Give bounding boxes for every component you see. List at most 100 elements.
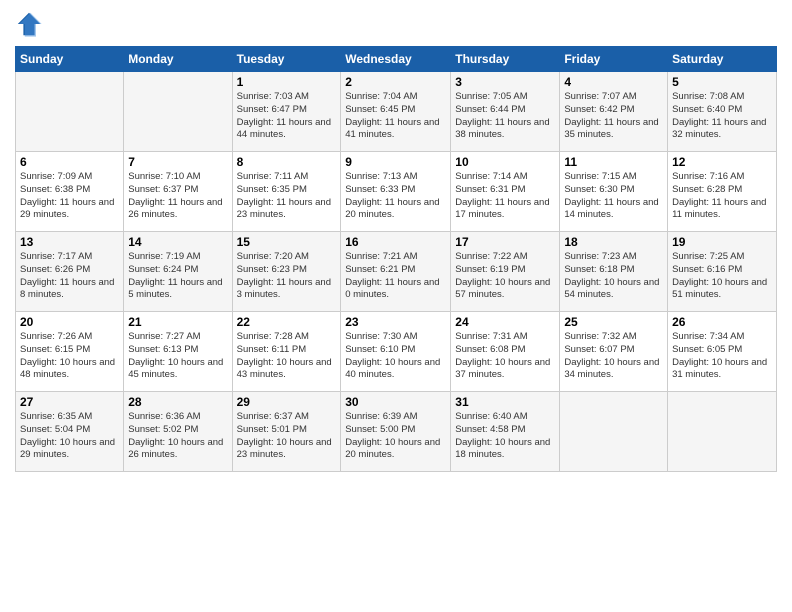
day-info: Sunrise: 7:30 AM Sunset: 6:10 PM Dayligh… — [345, 331, 446, 382]
calendar-cell: 12 Sunrise: 7:16 AM Sunset: 6:28 PM Dayli… — [668, 152, 777, 232]
calendar-cell: 1 Sunrise: 7:03 AM Sunset: 6:47 PM Daylig… — [232, 72, 341, 152]
day-number: 21 — [128, 315, 227, 329]
day-info: Sunrise: 7:10 AM Sunset: 6:37 PM Dayligh… — [128, 171, 227, 222]
calendar-cell: 29Sunrise: 6:37 AM Sunset: 5:01 PM Dayli… — [232, 392, 341, 472]
calendar-week-row: 1 Sunrise: 7:03 AM Sunset: 6:47 PM Daylig… — [16, 72, 777, 152]
calendar-cell: 27 Sunrise: 6:35 AM Sunset: 5:04 PM Dayli… — [16, 392, 124, 472]
calendar-cell: 24Sunrise: 7:31 AM Sunset: 6:08 PM Dayli… — [451, 312, 560, 392]
day-number: 11 — [564, 155, 663, 169]
day-info: Sunrise: 7:14 AM Sunset: 6:31 PM Dayligh… — [455, 171, 555, 222]
day-info: Sunrise: 7:11 AM Sunset: 6:35 PM Dayligh… — [237, 171, 337, 222]
calendar-cell: 10 Sunrise: 7:14 AM Sunset: 6:31 PM Dayli… — [451, 152, 560, 232]
header-row: SundayMondayTuesdayWednesdayThursdayFrid… — [16, 47, 777, 72]
day-number: 24 — [455, 315, 555, 329]
day-number: 18 — [564, 235, 663, 249]
weekday-header: Monday — [124, 47, 232, 72]
day-number: 15 — [237, 235, 337, 249]
day-number: 31 — [455, 395, 555, 409]
calendar-cell: 28 Sunrise: 6:36 AM Sunset: 5:02 PM Dayli… — [124, 392, 232, 472]
calendar-week-row: 13Sunrise: 7:17 AM Sunset: 6:26 PM Dayli… — [16, 232, 777, 312]
calendar-cell: 8 Sunrise: 7:11 AM Sunset: 6:35 PM Daylig… — [232, 152, 341, 232]
calendar-week-row: 6Sunrise: 7:09 AM Sunset: 6:38 PM Daylig… — [16, 152, 777, 232]
day-number: 3 — [455, 75, 555, 89]
day-info: Sunrise: 6:35 AM Sunset: 5:04 PM Dayligh… — [20, 411, 119, 462]
day-number: 14 — [128, 235, 227, 249]
day-number: 27 — [20, 395, 119, 409]
day-number: 2 — [345, 75, 446, 89]
header — [15, 10, 777, 38]
day-info: Sunrise: 6:36 AM Sunset: 5:02 PM Dayligh… — [128, 411, 227, 462]
calendar-cell: 30 Sunrise: 6:39 AM Sunset: 5:00 PM Dayli… — [341, 392, 451, 472]
calendar-cell: 7 Sunrise: 7:10 AM Sunset: 6:37 PM Daylig… — [124, 152, 232, 232]
day-number: 30 — [345, 395, 446, 409]
weekday-header: Sunday — [16, 47, 124, 72]
calendar-cell: 4 Sunrise: 7:07 AM Sunset: 6:42 PM Daylig… — [560, 72, 668, 152]
day-info: Sunrise: 7:03 AM Sunset: 6:47 PM Dayligh… — [237, 91, 337, 142]
day-info: Sunrise: 7:34 AM Sunset: 6:05 PM Dayligh… — [672, 331, 772, 382]
day-number: 1 — [237, 75, 337, 89]
day-info: Sunrise: 7:22 AM Sunset: 6:19 PM Dayligh… — [455, 251, 555, 302]
calendar-cell: 2Sunrise: 7:04 AM Sunset: 6:45 PM Daylig… — [341, 72, 451, 152]
day-info: Sunrise: 6:37 AM Sunset: 5:01 PM Dayligh… — [237, 411, 337, 462]
day-info: Sunrise: 7:17 AM Sunset: 6:26 PM Dayligh… — [20, 251, 119, 302]
weekday-header: Saturday — [668, 47, 777, 72]
calendar-cell: 14 Sunrise: 7:19 AM Sunset: 6:24 PM Dayli… — [124, 232, 232, 312]
day-number: 23 — [345, 315, 446, 329]
day-info: Sunrise: 7:32 AM Sunset: 6:07 PM Dayligh… — [564, 331, 663, 382]
calendar-cell: 20 Sunrise: 7:26 AM Sunset: 6:15 PM Dayli… — [16, 312, 124, 392]
day-number: 22 — [237, 315, 337, 329]
calendar-cell: 23 Sunrise: 7:30 AM Sunset: 6:10 PM Dayli… — [341, 312, 451, 392]
day-number: 7 — [128, 155, 227, 169]
day-number: 17 — [455, 235, 555, 249]
day-info: Sunrise: 7:23 AM Sunset: 6:18 PM Dayligh… — [564, 251, 663, 302]
day-info: Sunrise: 7:16 AM Sunset: 6:28 PM Dayligh… — [672, 171, 772, 222]
day-info: Sunrise: 7:26 AM Sunset: 6:15 PM Dayligh… — [20, 331, 119, 382]
calendar-cell: 15Sunrise: 7:20 AM Sunset: 6:23 PM Dayli… — [232, 232, 341, 312]
calendar-cell — [668, 392, 777, 472]
weekday-header: Wednesday — [341, 47, 451, 72]
calendar-cell — [560, 392, 668, 472]
calendar-cell: 16Sunrise: 7:21 AM Sunset: 6:21 PM Dayli… — [341, 232, 451, 312]
weekday-header: Friday — [560, 47, 668, 72]
calendar-cell: 3 Sunrise: 7:05 AM Sunset: 6:44 PM Daylig… — [451, 72, 560, 152]
day-number: 26 — [672, 315, 772, 329]
day-info: Sunrise: 7:27 AM Sunset: 6:13 PM Dayligh… — [128, 331, 227, 382]
day-info: Sunrise: 7:28 AM Sunset: 6:11 PM Dayligh… — [237, 331, 337, 382]
calendar-cell: 17 Sunrise: 7:22 AM Sunset: 6:19 PM Dayli… — [451, 232, 560, 312]
calendar-cell: 5Sunrise: 7:08 AM Sunset: 6:40 PM Daylig… — [668, 72, 777, 152]
day-info: Sunrise: 6:39 AM Sunset: 5:00 PM Dayligh… — [345, 411, 446, 462]
calendar-cell: 13Sunrise: 7:17 AM Sunset: 6:26 PM Dayli… — [16, 232, 124, 312]
calendar-cell: 31 Sunrise: 6:40 AM Sunset: 4:58 PM Dayli… — [451, 392, 560, 472]
calendar-cell: 22 Sunrise: 7:28 AM Sunset: 6:11 PM Dayli… — [232, 312, 341, 392]
day-number: 12 — [672, 155, 772, 169]
day-info: Sunrise: 6:40 AM Sunset: 4:58 PM Dayligh… — [455, 411, 555, 462]
day-number: 19 — [672, 235, 772, 249]
calendar-cell: 18 Sunrise: 7:23 AM Sunset: 6:18 PM Dayli… — [560, 232, 668, 312]
day-number: 8 — [237, 155, 337, 169]
day-info: Sunrise: 7:08 AM Sunset: 6:40 PM Dayligh… — [672, 91, 772, 142]
day-info: Sunrise: 7:15 AM Sunset: 6:30 PM Dayligh… — [564, 171, 663, 222]
logo-icon — [15, 10, 43, 38]
calendar-cell: 26 Sunrise: 7:34 AM Sunset: 6:05 PM Dayli… — [668, 312, 777, 392]
day-info: Sunrise: 7:07 AM Sunset: 6:42 PM Dayligh… — [564, 91, 663, 142]
calendar-cell: 11 Sunrise: 7:15 AM Sunset: 6:30 PM Dayli… — [560, 152, 668, 232]
calendar-cell: 25 Sunrise: 7:32 AM Sunset: 6:07 PM Dayli… — [560, 312, 668, 392]
weekday-header: Tuesday — [232, 47, 341, 72]
logo — [15, 10, 47, 38]
day-number: 25 — [564, 315, 663, 329]
calendar-cell: 9Sunrise: 7:13 AM Sunset: 6:33 PM Daylig… — [341, 152, 451, 232]
day-info: Sunrise: 7:05 AM Sunset: 6:44 PM Dayligh… — [455, 91, 555, 142]
calendar-cell — [16, 72, 124, 152]
day-number: 28 — [128, 395, 227, 409]
day-number: 4 — [564, 75, 663, 89]
weekday-header: Thursday — [451, 47, 560, 72]
day-number: 16 — [345, 235, 446, 249]
calendar-cell: 19Sunrise: 7:25 AM Sunset: 6:16 PM Dayli… — [668, 232, 777, 312]
day-info: Sunrise: 7:19 AM Sunset: 6:24 PM Dayligh… — [128, 251, 227, 302]
calendar-week-row: 20 Sunrise: 7:26 AM Sunset: 6:15 PM Dayli… — [16, 312, 777, 392]
day-number: 10 — [455, 155, 555, 169]
day-number: 20 — [20, 315, 119, 329]
calendar-table: SundayMondayTuesdayWednesdayThursdayFrid… — [15, 46, 777, 472]
calendar-cell — [124, 72, 232, 152]
calendar-week-row: 27 Sunrise: 6:35 AM Sunset: 5:04 PM Dayli… — [16, 392, 777, 472]
